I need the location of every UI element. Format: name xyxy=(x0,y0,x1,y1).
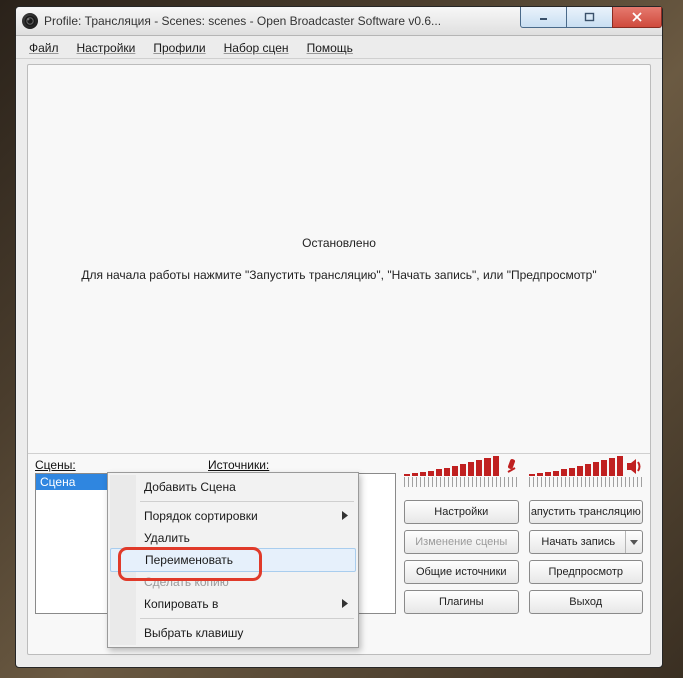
desktop-volume[interactable] xyxy=(529,456,644,494)
minimize-button[interactable] xyxy=(520,7,567,28)
global-sources-button[interactable]: Общие источники xyxy=(404,560,519,584)
ctx-sort-order[interactable]: Порядок сортировки xyxy=(110,505,356,527)
start-stream-button[interactable]: апустить трансляцию xyxy=(529,500,644,524)
chevron-right-icon xyxy=(342,509,348,523)
ctx-copy-to[interactable]: Копировать в xyxy=(110,593,356,615)
exit-button[interactable]: Выход xyxy=(529,590,644,614)
scenes-label: Сцены: xyxy=(35,458,200,473)
preview-hint: Для начала работы нажмите "Запустить тра… xyxy=(81,268,596,282)
maximize-button[interactable] xyxy=(566,7,613,28)
menu-profiles[interactable]: Профили xyxy=(144,39,214,57)
mic-volume[interactable] xyxy=(404,456,519,494)
ctx-rename[interactable]: Переименовать xyxy=(110,548,356,572)
start-record-button[interactable]: Начать запись xyxy=(529,530,644,554)
volume-meters xyxy=(404,456,643,494)
menu-scene-collections[interactable]: Набор сцен xyxy=(215,39,298,57)
microphone-icon xyxy=(504,458,519,479)
ctx-make-copy[interactable]: Сделать копию xyxy=(110,571,356,593)
speaker-icon xyxy=(626,458,643,478)
titlebar[interactable]: Profile: Трансляция - Scenes: scenes - O… xyxy=(16,7,662,36)
menu-settings[interactable]: Настройки xyxy=(68,39,145,57)
menubar: Файл Настройки Профили Набор сцен Помощь xyxy=(16,36,662,59)
sources-label: Источники: xyxy=(208,458,396,473)
preview-status: Остановлено xyxy=(302,236,376,250)
change-scene-button[interactable]: Изменение сцены xyxy=(404,530,519,554)
preview-button[interactable]: Предпросмотр xyxy=(529,560,644,584)
settings-button[interactable]: Настройки xyxy=(404,500,519,524)
close-button[interactable] xyxy=(612,7,662,28)
app-icon xyxy=(22,13,38,29)
ctx-add-scene[interactable]: Добавить Сцена xyxy=(110,476,356,498)
context-menu: Добавить Сцена Порядок сортировки Удалит… xyxy=(107,472,359,648)
preview-area: Остановлено Для начала работы нажмите "З… xyxy=(28,65,650,454)
chevron-right-icon xyxy=(342,597,348,611)
window-title: Profile: Трансляция - Scenes: scenes - O… xyxy=(44,14,441,28)
ctx-delete[interactable]: Удалить xyxy=(110,527,356,549)
chevron-down-icon[interactable] xyxy=(625,531,642,553)
ctx-select-key[interactable]: Выбрать клавишу xyxy=(110,622,356,644)
menu-file[interactable]: Файл xyxy=(20,39,68,57)
menu-help[interactable]: Помощь xyxy=(298,39,362,57)
plugins-button[interactable]: Плагины xyxy=(404,590,519,614)
